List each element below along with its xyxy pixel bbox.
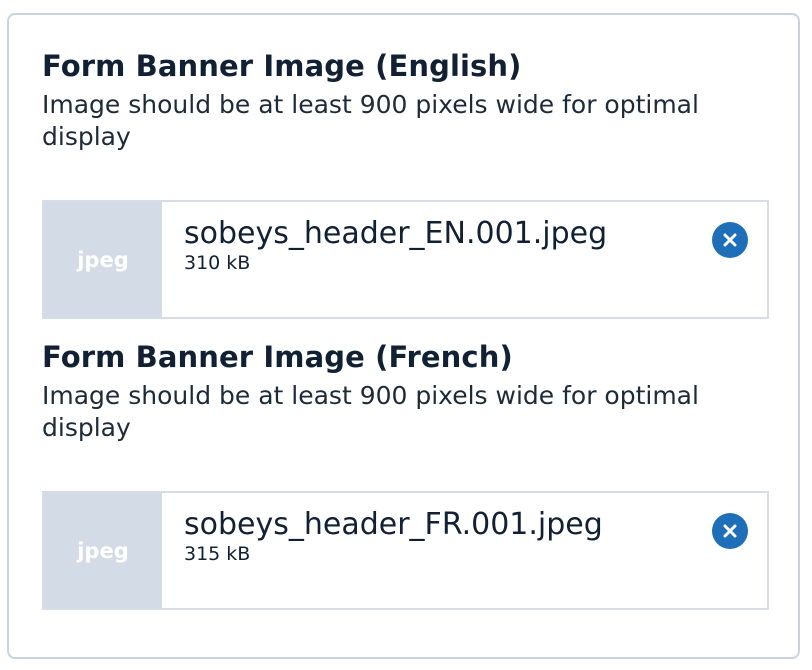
remove-file-button[interactable] xyxy=(712,222,748,258)
file-name: sobeys_header_EN.001.jpeg xyxy=(184,216,608,251)
french-banner-section: Form Banner Image (French) Image should … xyxy=(42,340,772,610)
section-description: Image should be at least 900 pixels wide… xyxy=(42,90,699,151)
file-name: sobeys_header_FR.001.jpeg xyxy=(184,507,603,542)
close-icon xyxy=(723,524,737,538)
section-description: Image should be at least 900 pixels wide… xyxy=(42,381,699,442)
file-type-thumbnail: jpeg xyxy=(44,202,162,317)
banner-images-panel: Form Banner Image (English) Image should… xyxy=(7,13,800,659)
uploaded-file-card: jpeg sobeys_header_FR.001.jpeg 315 kB xyxy=(42,491,769,610)
file-size: 310 kB xyxy=(184,252,251,274)
file-size: 315 kB xyxy=(184,543,251,565)
uploaded-file-card: jpeg sobeys_header_EN.001.jpeg 310 kB xyxy=(42,200,769,319)
section-title: Form Banner Image (English) xyxy=(42,49,522,83)
file-info: sobeys_header_FR.001.jpeg 315 kB xyxy=(162,493,767,608)
file-info: sobeys_header_EN.001.jpeg 310 kB xyxy=(162,202,767,317)
section-title: Form Banner Image (French) xyxy=(42,340,513,374)
remove-file-button[interactable] xyxy=(712,513,748,549)
file-type-thumbnail: jpeg xyxy=(44,493,162,608)
english-banner-section: Form Banner Image (English) Image should… xyxy=(42,49,772,319)
close-icon xyxy=(723,233,737,247)
